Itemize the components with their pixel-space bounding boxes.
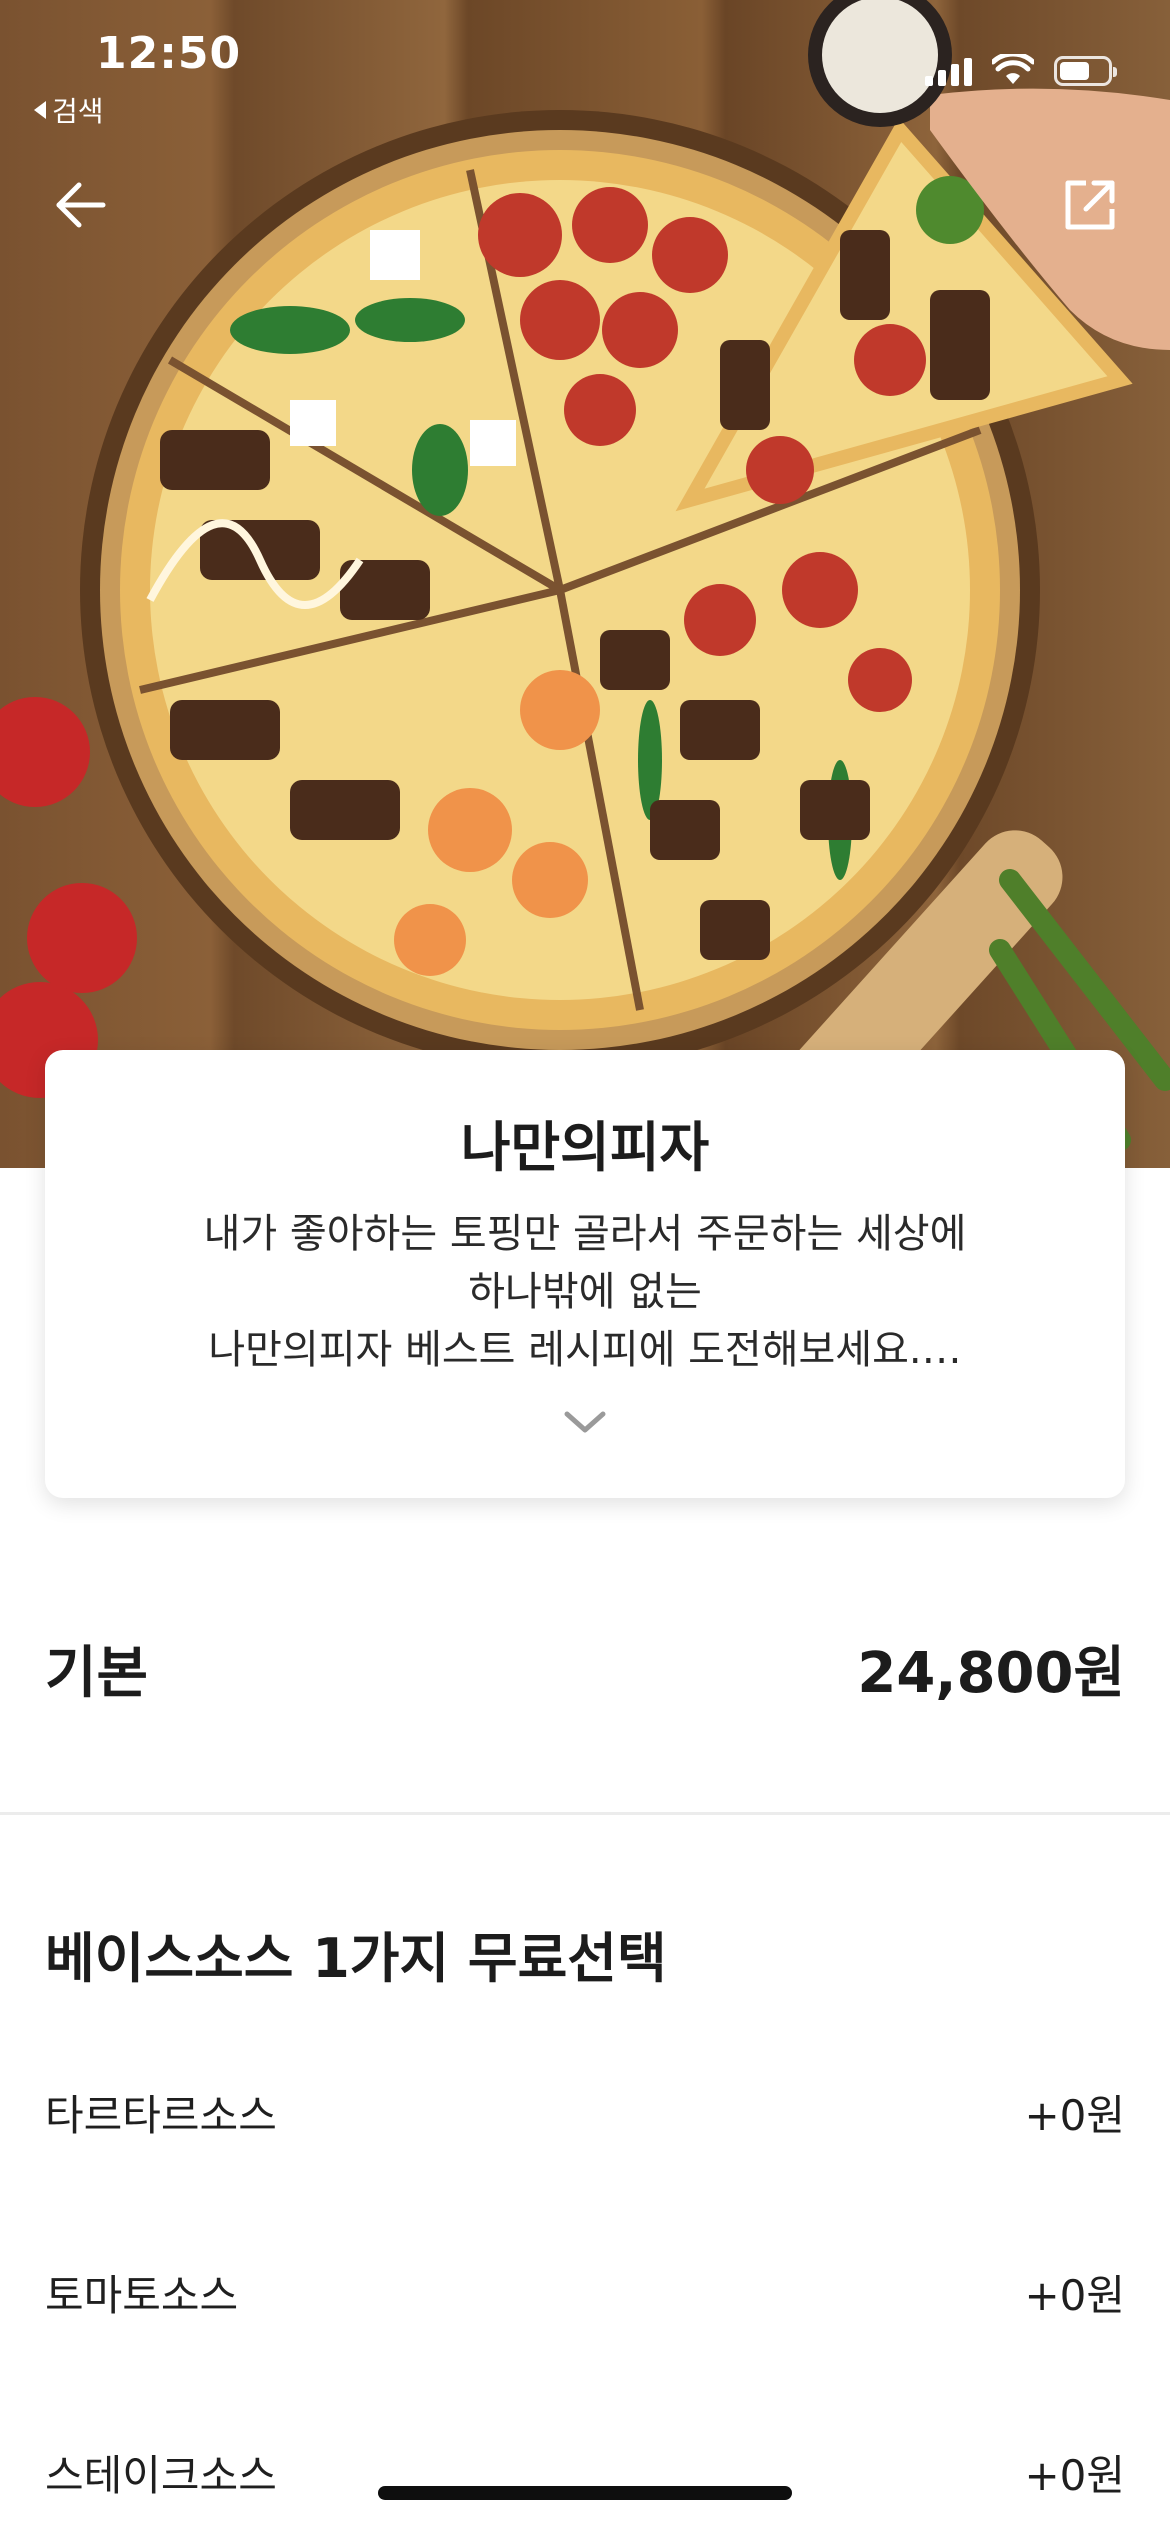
back-button[interactable] bbox=[40, 165, 120, 245]
product-info-card: 나만의피자 내가 좋아하는 토핑만 골라서 주문하는 세상에 하나밖에 없는 나… bbox=[45, 1050, 1125, 1498]
option-price: +0원 bbox=[1024, 2091, 1125, 2140]
back-to-app-link[interactable]: 검색 bbox=[34, 90, 104, 130]
share-button[interactable] bbox=[1050, 165, 1130, 245]
base-price-row: 기본 24,800원 bbox=[45, 1628, 1125, 1709]
product-title: 나만의피자 bbox=[460, 1116, 710, 1179]
arrow-left-icon bbox=[56, 182, 106, 228]
wifi-icon bbox=[992, 54, 1034, 84]
option-item-tartar-sauce[interactable]: 타르타르소스 +0원 bbox=[45, 2082, 1125, 2143]
description-line: 내가 좋아하는 토핑만 골라서 주문하는 세상에 bbox=[203, 1211, 967, 1258]
product-detail-screen: 12:50 검색 나만의피자 내가 좋아하는 토핑만 골라서 주문하는 세상에 … bbox=[0, 0, 1170, 2532]
cellular-signal-icon bbox=[925, 56, 972, 86]
back-to-app-label: 검색 bbox=[52, 95, 104, 128]
base-price-label: 기본 bbox=[45, 1641, 149, 1706]
option-label: 토마토소스 bbox=[45, 2271, 239, 2320]
chevron-down-icon bbox=[564, 1411, 606, 1433]
expand-description-button[interactable] bbox=[563, 1410, 607, 1440]
description-line: 나만의피자 베스트 레시피에 도전해보세요.… bbox=[208, 1327, 962, 1374]
option-price: +0원 bbox=[1024, 2271, 1125, 2320]
option-label: 타르타르소스 bbox=[45, 2091, 277, 2140]
battery-icon bbox=[1054, 56, 1117, 86]
share-icon bbox=[1065, 180, 1115, 230]
base-price-value: 24,800원 bbox=[857, 1641, 1125, 1706]
option-label: 스테이크소스 bbox=[45, 2451, 277, 2500]
status-time: 12:50 bbox=[96, 28, 242, 79]
option-price: +0원 bbox=[1024, 2451, 1125, 2500]
option-group-title: 베이스소스 1가지 무료선택 bbox=[45, 1927, 667, 1990]
home-indicator[interactable] bbox=[378, 2486, 792, 2500]
section-divider bbox=[0, 1812, 1170, 1815]
product-hero-image bbox=[0, 0, 1170, 1168]
status-icons bbox=[925, 54, 1117, 86]
back-triangle-icon bbox=[34, 101, 46, 119]
pizza-illustration bbox=[0, 0, 1170, 1168]
description-line: 하나밖에 없는 bbox=[468, 1269, 702, 1316]
product-description: 내가 좋아하는 토핑만 골라서 주문하는 세상에 하나밖에 없는 나만의피자 베… bbox=[115, 1205, 1055, 1379]
option-item-tomato-sauce[interactable]: 토마토소스 +0원 bbox=[45, 2262, 1125, 2323]
